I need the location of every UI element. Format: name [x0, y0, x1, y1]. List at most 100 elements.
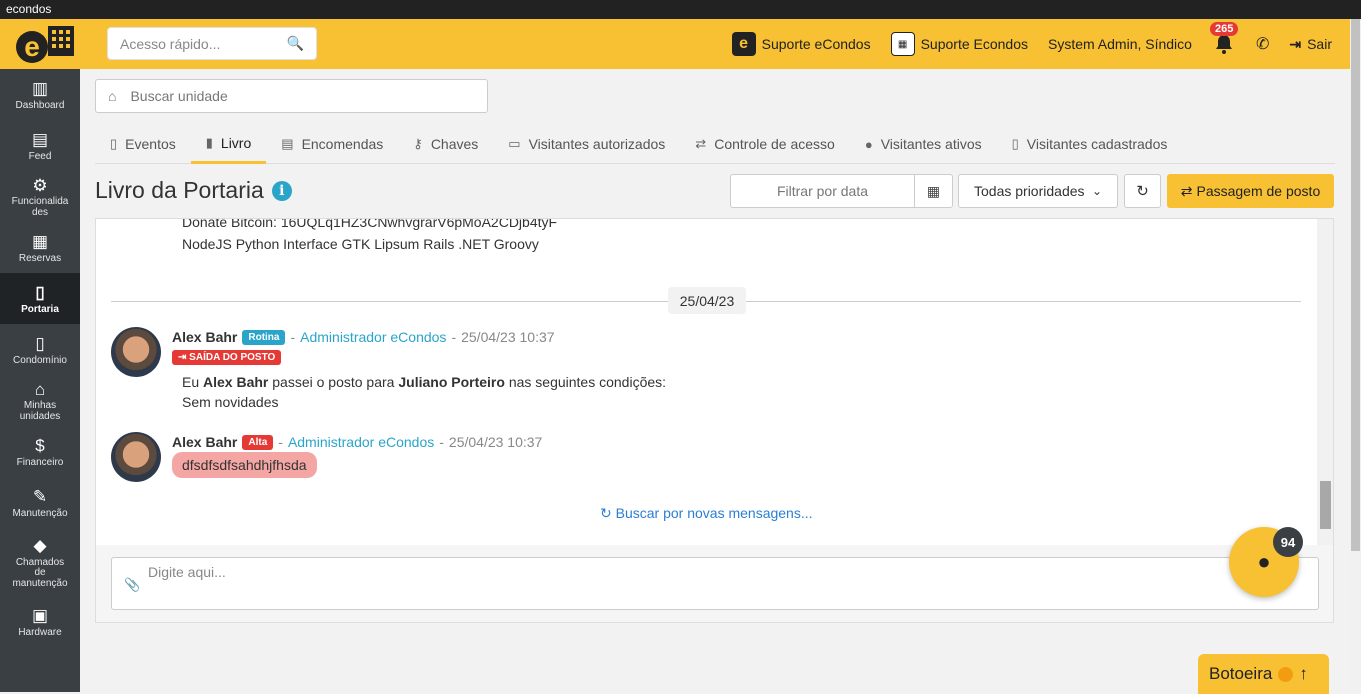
sidebar-item-hardware[interactable]: ▣ Hardware	[0, 596, 80, 647]
dollar-icon: $	[35, 435, 45, 455]
priority-badge: Rotina	[242, 329, 286, 345]
load-new-messages-link[interactable]: ↻ Buscar por novas mensagens...	[600, 505, 813, 522]
comment-icon: ●	[1257, 549, 1271, 574]
passagem-de-posto-button[interactable]: ⇄ Passagem de posto	[1167, 174, 1334, 208]
exchange-icon: ⇄	[695, 136, 707, 151]
info-icon[interactable]: i	[271, 180, 292, 201]
priority-select[interactable]: Todas prioridades ⌄	[958, 174, 1118, 208]
message-body-line: Eu Alex Bahr passei o posto para Juliano…	[182, 374, 667, 390]
avatar[interactable]	[111, 327, 161, 377]
message-author[interactable]: Alex Bahr	[172, 329, 237, 345]
users-icon: ●	[864, 136, 873, 152]
sidebar-item-dashboard[interactable]: ▥ Dashboard	[0, 69, 80, 120]
bell-icon: 265	[1209, 22, 1239, 56]
message-author[interactable]: Alex Bahr	[172, 434, 237, 450]
search-icon[interactable]: 🔍	[287, 35, 304, 52]
compose-area: 📎 Digite aqui...	[95, 545, 1334, 623]
feed-scrollbar[interactable]	[1317, 219, 1333, 546]
building-icon: ▦	[890, 32, 915, 56]
logo-letter: e	[24, 31, 40, 62]
user-name: System Admin, Síndico	[1048, 36, 1192, 52]
page-scrollbar[interactable]	[1350, 19, 1361, 692]
tab-eventos[interactable]: ▯ Eventos	[95, 124, 191, 164]
calendar-icon[interactable]: ▦	[914, 175, 952, 207]
sign-out-icon: ⇥	[1289, 35, 1302, 52]
user-menu[interactable]: System Admin, Síndico	[1038, 36, 1202, 52]
page-title-text: Livro da Portaria	[95, 177, 264, 203]
quick-access-placeholder: Acesso rápido...	[120, 35, 221, 52]
sidebar-item-funcionalidades[interactable]: ⚙ Funcionalidades	[0, 171, 80, 222]
message-body-line: Sem novidades	[182, 394, 279, 410]
refresh-button[interactable]: ↻	[1124, 174, 1161, 208]
home-icon: ⌂	[108, 88, 117, 104]
support-econdos-2-label: Suporte Econdos	[920, 36, 1028, 52]
logout-button[interactable]: ⇥ Sair	[1279, 36, 1342, 53]
search-unit-input[interactable]: ⌂ Buscar unidade	[95, 79, 488, 113]
refresh-icon: ↻	[1136, 183, 1149, 200]
calendar-icon: ▦	[31, 231, 49, 251]
page-scrollbar-thumb[interactable]	[1351, 19, 1360, 551]
key-icon: ⚷	[413, 136, 423, 151]
support-econdos-link[interactable]: e Suporte eCondos	[722, 32, 881, 56]
tab-visitantes-ativos[interactable]: ● Visitantes ativos	[850, 124, 997, 164]
message-bubble: dfsdfsdfsahdhjfhsda	[172, 452, 317, 478]
scrollbar-thumb[interactable]	[1320, 481, 1331, 529]
paperclip-icon[interactable]: 📎	[124, 577, 140, 593]
message-input-placeholder: Digite aqui...	[148, 564, 226, 580]
sidebar-item-condominio[interactable]: ▯ Condomínio	[0, 324, 80, 375]
arrow-up-icon: ↑	[1299, 664, 1308, 683]
previous-message-line: Donate Bitcoin: 16UQLq1HZ3CNwhvgrarV6pMo…	[182, 218, 558, 230]
filter-date-placeholder: Filtrar por data	[776, 183, 869, 199]
support-econdos-label: Suporte eCondos	[761, 36, 871, 52]
message-header: Alex Bahr Rotina - Administrador eCondos…	[172, 329, 555, 345]
status-dot	[1278, 666, 1294, 682]
tab-visitantes-cadastrados[interactable]: ▯ Visitantes cadastrados	[997, 124, 1183, 164]
sidebar-item-chamados[interactable]: ◆ Chamados de manutenção	[0, 528, 80, 596]
chart-icon: ▥	[31, 78, 49, 98]
filter-date-input[interactable]: Filtrar por data ▦	[730, 174, 953, 208]
phone-button[interactable]: ✆	[1246, 34, 1279, 54]
tab-livro[interactable]: ▮ Livro	[190, 124, 267, 164]
building-icon: ▯	[35, 282, 45, 302]
tab-visitantes-autorizados[interactable]: ▭ Visitantes autorizados	[493, 124, 680, 164]
support-econdos-2-link[interactable]: ▦ Suporte Econdos	[881, 32, 1038, 56]
sidebar-item-manutencao[interactable]: ✎ Manutenção	[0, 477, 80, 528]
newspaper-icon: ▤	[31, 129, 49, 149]
sign-out-icon: ⇥	[178, 352, 190, 363]
econdos-logo[interactable]: e	[12, 23, 78, 65]
sidebar-item-financeiro[interactable]: $ Financeiro	[0, 426, 80, 477]
avatar[interactable]	[111, 432, 161, 482]
sidebar-item-feed[interactable]: ▤ Feed	[0, 120, 80, 171]
tab-chaves[interactable]: ⚷ Chaves	[398, 124, 493, 164]
building-icon: ▯	[35, 333, 45, 353]
tab-controle-acesso[interactable]: ⇄ Controle de acesso	[680, 124, 850, 164]
phone-icon: ✆	[1255, 36, 1270, 53]
chat-button[interactable]: ● 94	[1229, 527, 1303, 597]
search-unit-placeholder: Buscar unidade	[130, 88, 228, 104]
botoeira-label: Botoeira	[1209, 664, 1273, 683]
main-content: ⌂ Buscar unidade ▯ Eventos ▮ Livro ▤ Encome…	[80, 69, 1350, 694]
refresh-icon: ↻	[600, 505, 616, 521]
top-bar: e Acesso rápido... 🔍 e Suporte eCondos ▦…	[0, 19, 1350, 69]
sidebar-item-reservas[interactable]: ▦ Reservas	[0, 222, 80, 273]
sidebar-item-portaria[interactable]: ▯ Portaria	[0, 273, 80, 324]
quick-access-input[interactable]: Acesso rápido... 🔍	[107, 27, 317, 60]
priority-select-value: Todas prioridades	[974, 183, 1085, 199]
botoeira-button[interactable]: Botoeira ↑	[1198, 654, 1329, 694]
sidebar: ▥ Dashboard ▤ Feed ⚙ Funcionalidades ▦ Reser…	[0, 69, 80, 692]
ticket-icon: ◆	[33, 535, 47, 555]
tab-encomendas[interactable]: ▤ Encomendas	[266, 124, 398, 164]
message-header: Alex Bahr Alta - Administrador eCondos -…	[172, 434, 543, 450]
id-card-icon: ▭	[508, 136, 521, 151]
book-icon: ▮	[205, 134, 213, 150]
previous-message-line: NodeJS Python Interface GTK Lipsum Rails…	[182, 236, 539, 252]
sidebar-item-minhas-unidades[interactable]: ⌂ Minhas unidades	[0, 375, 80, 426]
message-role: Administrador eCondos	[287, 434, 435, 450]
chat-count-badge: 94	[1273, 527, 1303, 557]
notifications-button[interactable]: 265	[1202, 22, 1246, 56]
message-input[interactable]: 📎 Digite aqui...	[111, 557, 1319, 610]
econdos-icon: e	[731, 32, 756, 56]
exchange-icon: ⇄	[1180, 182, 1193, 199]
chevron-down-icon: ⌄	[1091, 184, 1102, 198]
top-right-menu: e Suporte eCondos ▦ Suporte Econdos Syst…	[722, 19, 1342, 69]
